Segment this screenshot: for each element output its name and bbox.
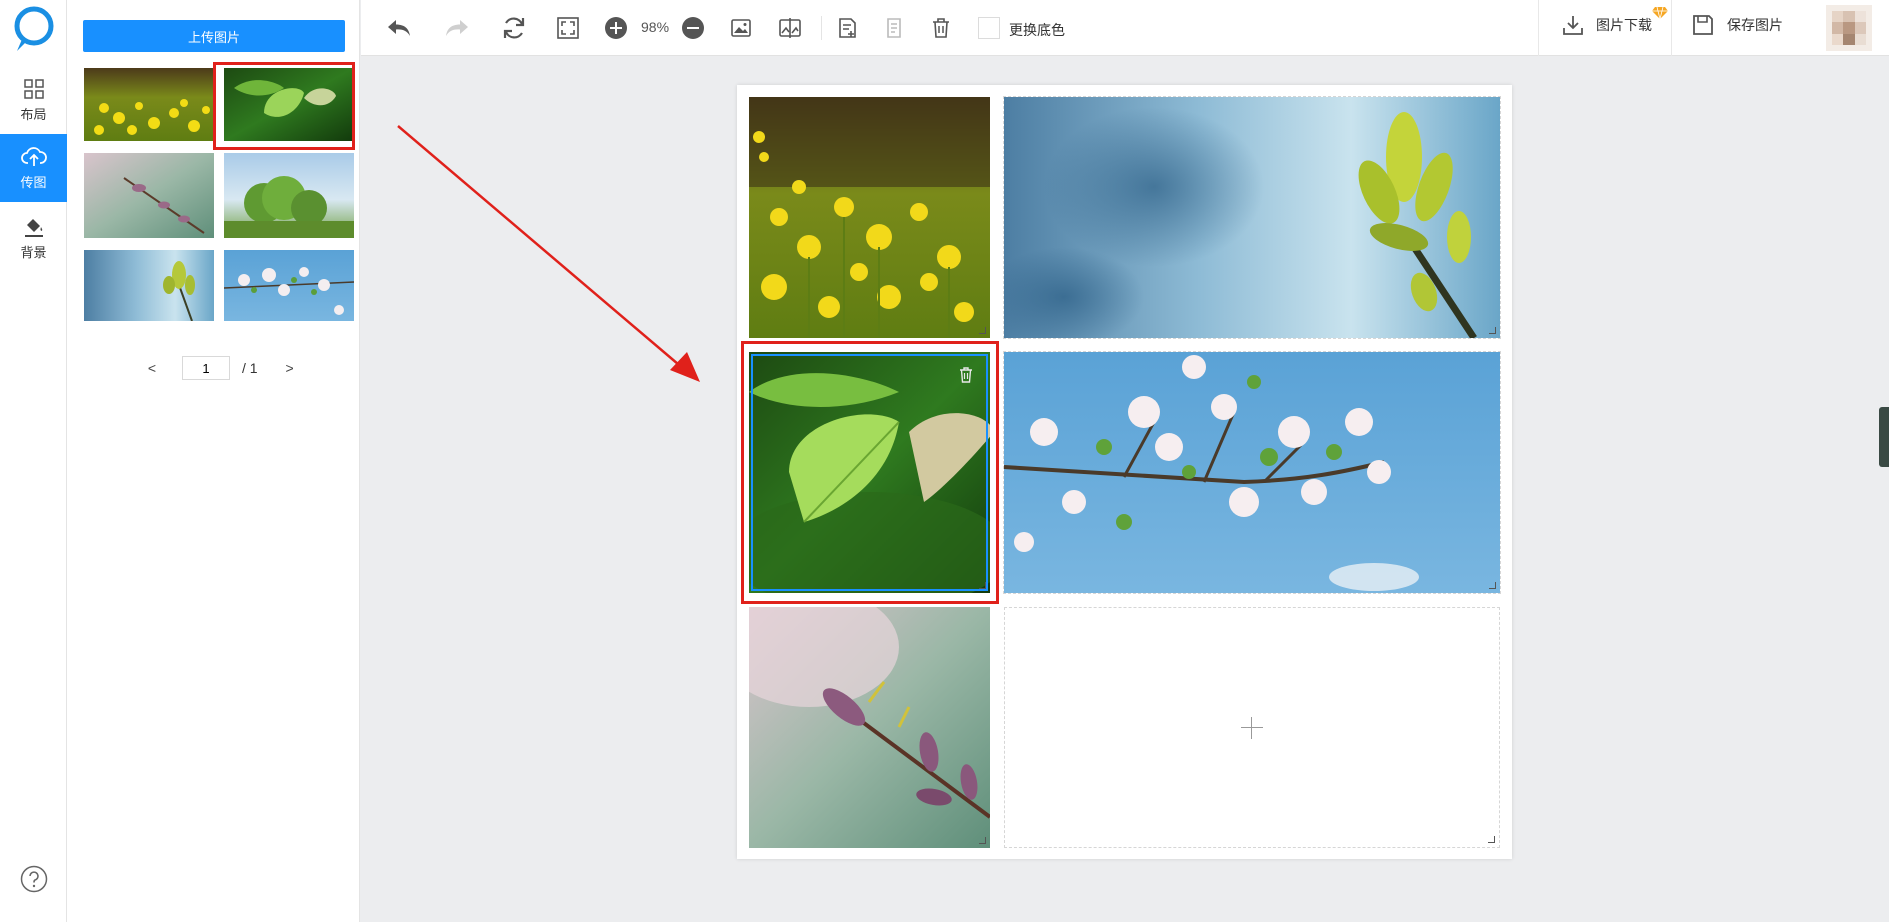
photo-willow-catkins xyxy=(749,607,990,848)
upload-panel: 上传图片 < 1 / 1 > xyxy=(67,0,360,922)
photo-leaf-buds xyxy=(1004,97,1500,338)
vip-diamond-icon xyxy=(1652,6,1668,20)
rail-item-background[interactable]: 背景 xyxy=(0,203,67,271)
next-page-icon[interactable]: > xyxy=(280,360,300,376)
resize-corner-icon[interactable] xyxy=(1489,582,1496,589)
nav-rail: 布局 传图 背景 xyxy=(0,0,67,922)
cloud-upload-icon xyxy=(20,146,47,166)
copy-button[interactable] xyxy=(882,14,906,42)
zoom-out-icon xyxy=(682,17,704,39)
image-icon xyxy=(731,19,751,37)
resize-corner-icon[interactable] xyxy=(979,327,986,334)
thumbnail-tree-sky[interactable] xyxy=(224,153,354,238)
toolbar-divider xyxy=(1538,0,1539,56)
rail-item-label: 背景 xyxy=(20,244,47,260)
document-add-icon xyxy=(839,18,856,38)
zoom-out-button[interactable] xyxy=(681,14,705,42)
annotation-arrow-icon xyxy=(397,125,700,382)
paint-bucket-icon xyxy=(24,218,43,237)
resize-corner-icon[interactable] xyxy=(1488,836,1495,843)
pagination: < / 1 > xyxy=(142,356,300,380)
collage-cell-rapeseed[interactable] xyxy=(749,97,990,338)
save-icon xyxy=(1693,15,1713,35)
thumbnail-rapeseed[interactable] xyxy=(84,68,214,141)
app-logo-icon[interactable] xyxy=(11,5,57,55)
thumbnail-selection-highlight xyxy=(213,62,355,150)
layout-grid-icon xyxy=(23,78,44,99)
document-copy-icon xyxy=(887,18,901,38)
photo-apple-blossoms xyxy=(224,250,354,321)
flip-image-button[interactable] xyxy=(777,14,803,42)
replace-image-button[interactable] xyxy=(729,14,753,42)
rail-item-upload[interactable]: 传图 xyxy=(0,134,67,202)
thumbnail-leaf-buds[interactable] xyxy=(84,250,214,321)
download-label: 图片下载 xyxy=(1596,17,1652,33)
undo-button[interactable] xyxy=(385,14,413,42)
rail-item-label: 布局 xyxy=(20,106,47,122)
toolbar-divider xyxy=(1671,0,1672,56)
refresh-icon xyxy=(503,17,525,39)
photo-rapeseed-flowers xyxy=(84,68,214,141)
background-color-swatch[interactable] xyxy=(978,17,1000,39)
upload-image-button[interactable]: 上传图片 xyxy=(83,20,345,52)
zoom-in-button[interactable] xyxy=(604,14,628,42)
redo-button[interactable] xyxy=(443,14,471,42)
photo-tree-sky xyxy=(224,153,354,238)
collage-cell-leaf-buds[interactable] xyxy=(1003,96,1501,339)
resize-corner-icon[interactable] xyxy=(1489,327,1496,334)
photo-rapeseed-flowers xyxy=(749,97,990,338)
image-filter-icon xyxy=(779,18,801,38)
fit-screen-button[interactable] xyxy=(556,14,580,42)
photo-apple-blossoms xyxy=(1004,352,1500,593)
user-avatar[interactable] xyxy=(1826,5,1872,51)
download-image-button[interactable]: 图片下载 xyxy=(1562,14,1652,36)
undo-icon xyxy=(388,20,410,36)
add-image-plus-icon[interactable] xyxy=(1241,716,1263,739)
collage-cell-willow[interactable] xyxy=(749,607,990,848)
delete-button[interactable] xyxy=(930,14,952,42)
photo-leaf-buds xyxy=(84,250,214,321)
rail-item-label: 传图 xyxy=(20,174,47,190)
toolbar: 98% 更换底色 图片下载 保存图片 xyxy=(361,0,1889,56)
side-drawer-handle[interactable] xyxy=(1879,407,1889,467)
save-label: 保存图片 xyxy=(1727,17,1783,33)
prev-page-icon[interactable]: < xyxy=(142,360,162,376)
thumbnail-willow[interactable] xyxy=(84,153,214,238)
help-icon[interactable] xyxy=(20,865,48,893)
page-input[interactable] xyxy=(182,356,230,380)
photo-willow-catkins xyxy=(84,153,214,238)
save-image-button[interactable]: 保存图片 xyxy=(1691,13,1783,37)
toolbar-divider xyxy=(821,16,822,40)
download-icon xyxy=(1563,16,1583,35)
redo-icon xyxy=(446,20,468,36)
add-text-button[interactable] xyxy=(835,14,859,42)
zoom-in-icon xyxy=(605,17,627,39)
cell-highlight-box xyxy=(741,341,999,604)
change-background-color-label[interactable]: 更换底色 xyxy=(1009,20,1065,40)
rotate-button[interactable] xyxy=(501,14,527,42)
trash-icon xyxy=(933,18,949,38)
thumbnail-apple-blossoms[interactable] xyxy=(224,250,354,321)
zoom-level: 98% xyxy=(641,19,670,35)
fullscreen-icon xyxy=(557,17,579,39)
collage-cell-apple-blossoms[interactable] xyxy=(1003,351,1501,594)
rail-item-layout[interactable]: 布局 xyxy=(0,66,67,134)
collage-cell-empty[interactable] xyxy=(1004,607,1500,848)
resize-corner-icon[interactable] xyxy=(979,837,986,844)
page-total: / 1 xyxy=(242,360,258,376)
